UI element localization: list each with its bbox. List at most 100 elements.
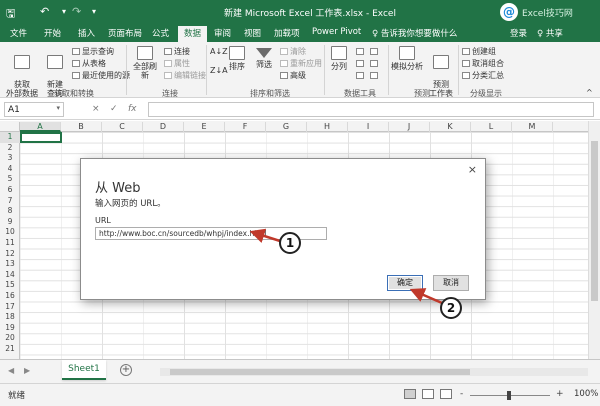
column-header[interactable]: D: [143, 122, 184, 132]
page-layout-view-icon[interactable]: [422, 389, 434, 399]
column-header[interactable]: G: [266, 122, 307, 132]
clear-button[interactable]: 清除: [280, 47, 306, 56]
properties-button[interactable]: 属性: [164, 59, 190, 68]
row-header[interactable]: 17: [0, 302, 20, 313]
column-header[interactable]: L: [471, 122, 512, 132]
tab-page-layout[interactable]: 页面布局: [108, 27, 142, 39]
sheet-next-icon[interactable]: ▶: [24, 366, 30, 375]
row-header[interactable]: 3: [0, 153, 20, 164]
add-sheet-icon[interactable]: +: [120, 364, 132, 376]
tab-data[interactable]: 数据: [178, 26, 208, 43]
scroll-thumb[interactable]: [170, 369, 470, 375]
remove-duplicates-button[interactable]: [356, 59, 366, 68]
column-header[interactable]: A: [20, 122, 61, 132]
recent-sources-button[interactable]: 最近使用的源: [72, 71, 130, 80]
group-button[interactable]: 创建组: [462, 47, 496, 56]
edit-links-button[interactable]: 编辑链接: [164, 71, 206, 80]
sort-descending-button[interactable]: Z↓A: [210, 66, 228, 75]
tab-home[interactable]: 开始: [44, 27, 61, 39]
relationships-button[interactable]: [370, 59, 380, 68]
sheet-prev-icon[interactable]: ◀: [8, 366, 14, 375]
row-header[interactable]: 10: [0, 227, 20, 238]
advanced-filter-button[interactable]: 高级: [280, 71, 306, 80]
subtotal-button[interactable]: 分类汇总: [462, 71, 504, 80]
row-header[interactable]: 15: [0, 280, 20, 291]
data-validation-button[interactable]: [356, 71, 366, 80]
text-to-columns-button[interactable]: 分列: [328, 46, 350, 71]
zoom-level[interactable]: 100%: [574, 389, 598, 399]
tab-file[interactable]: 文件: [10, 27, 27, 39]
sort-button[interactable]: 排序: [228, 46, 246, 71]
active-cell[interactable]: [20, 132, 62, 143]
horizontal-scrollbar[interactable]: [160, 368, 588, 376]
connections-button[interactable]: 连接: [164, 47, 190, 56]
manage-data-model-button[interactable]: [370, 71, 380, 80]
sheet-tab[interactable]: Sheet1: [62, 360, 106, 380]
ok-button[interactable]: 确定: [387, 275, 423, 291]
login-link[interactable]: 登录: [510, 27, 527, 39]
zoom-in-icon[interactable]: +: [556, 389, 564, 399]
formula-input[interactable]: [148, 102, 594, 117]
tab-view[interactable]: 视图: [244, 27, 261, 39]
name-box-dropdown-icon[interactable]: ▾: [56, 104, 60, 112]
row-header[interactable]: 14: [0, 270, 20, 281]
column-header[interactable]: H: [307, 122, 348, 132]
flash-fill-button[interactable]: [356, 47, 366, 56]
row-header[interactable]: 16: [0, 291, 20, 302]
tab-power-pivot[interactable]: Power Pivot: [312, 27, 361, 37]
cancel-entry-icon[interactable]: ×: [92, 104, 100, 114]
page-break-view-icon[interactable]: [440, 389, 452, 399]
zoom-out-icon[interactable]: -: [460, 389, 463, 399]
row-header[interactable]: 7: [0, 196, 20, 207]
row-header[interactable]: 9: [0, 217, 20, 228]
ungroup-button[interactable]: 取消组合: [462, 59, 504, 68]
row-header[interactable]: 6: [0, 185, 20, 196]
row-header[interactable]: 21: [0, 344, 20, 355]
get-external-data-button[interactable]: 获取 外部数据: [4, 46, 40, 98]
filter-button[interactable]: 筛选: [252, 46, 276, 69]
zoom-slider-knob[interactable]: [507, 391, 511, 400]
undo-icon[interactable]: ↶: [40, 5, 49, 18]
tab-addins[interactable]: 加载项: [274, 27, 300, 39]
column-header[interactable]: B: [61, 122, 102, 132]
row-header[interactable]: 1: [0, 132, 20, 143]
customize-qat-icon[interactable]: ▾: [92, 7, 96, 16]
undo-dropdown-icon[interactable]: ▾: [62, 7, 66, 16]
from-table-button[interactable]: 从表格: [72, 59, 106, 68]
show-queries-button[interactable]: 显示查询: [72, 47, 114, 56]
column-header[interactable]: C: [102, 122, 143, 132]
consolidate-button[interactable]: [370, 47, 380, 56]
row-header[interactable]: 2: [0, 143, 20, 154]
tab-insert[interactable]: 插入: [78, 27, 95, 39]
row-header[interactable]: 13: [0, 259, 20, 270]
row-header[interactable]: 4: [0, 164, 20, 175]
row-header[interactable]: 5: [0, 174, 20, 185]
cancel-button[interactable]: 取消: [433, 275, 469, 291]
column-header[interactable]: M: [512, 122, 553, 132]
share-button[interactable]: ♀ 共享: [537, 27, 563, 39]
normal-view-icon[interactable]: [404, 389, 416, 399]
column-header[interactable]: K: [430, 122, 471, 132]
refresh-all-button[interactable]: 全部刷新: [130, 46, 160, 80]
column-header[interactable]: I: [348, 122, 389, 132]
confirm-entry-icon[interactable]: ✓: [110, 104, 118, 114]
tell-me-search[interactable]: ♀ 告诉我你想要做什么: [372, 27, 457, 39]
scroll-thumb[interactable]: [591, 141, 598, 301]
row-header[interactable]: 20: [0, 333, 20, 344]
insert-function-icon[interactable]: fx: [128, 104, 137, 114]
row-header[interactable]: 12: [0, 249, 20, 260]
row-header[interactable]: 8: [0, 206, 20, 217]
reapply-button[interactable]: 重新应用: [280, 59, 322, 68]
name-box[interactable]: A1 ▾: [4, 102, 64, 117]
forecast-sheet-button[interactable]: 预测 工作表: [426, 46, 456, 98]
column-header[interactable]: F: [225, 122, 266, 132]
row-header[interactable]: 19: [0, 323, 20, 334]
row-header[interactable]: 18: [0, 312, 20, 323]
column-header[interactable]: E: [184, 122, 225, 132]
column-header[interactable]: J: [389, 122, 430, 132]
close-icon[interactable]: ×: [468, 163, 477, 176]
sort-ascending-button[interactable]: A↓Z: [210, 47, 228, 56]
tab-formulas[interactable]: 公式: [152, 27, 169, 39]
tab-review[interactable]: 审阅: [214, 27, 231, 39]
what-if-analysis-button[interactable]: 模拟分析: [390, 46, 424, 71]
